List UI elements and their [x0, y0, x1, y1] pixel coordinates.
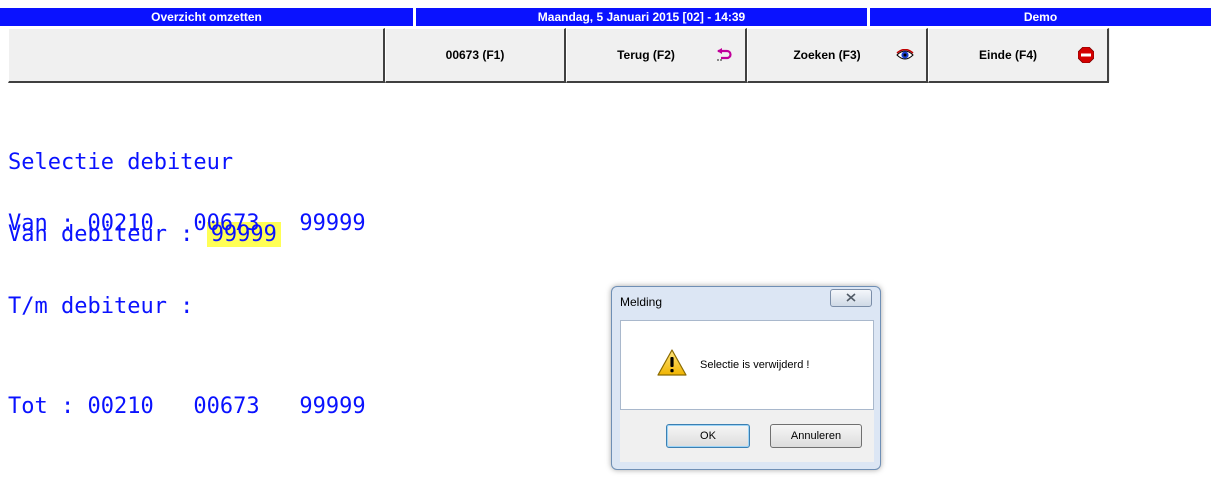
- from-range-line: Van : 00210 00673 99999: [8, 211, 366, 236]
- back-button-label: Terug (F2): [617, 48, 675, 62]
- message-dialog: Melding Selectie is verwijderd ! OK Annu…: [611, 286, 881, 470]
- ok-button[interactable]: OK: [666, 424, 750, 448]
- function-key-toolbar: 00673 (F1) Terug (F2) Zoeken (F3) Einde …: [8, 27, 1110, 83]
- search-button[interactable]: Zoeken (F3): [747, 28, 928, 83]
- exit-button[interactable]: Einde (F4): [928, 28, 1109, 83]
- dialog-title: Melding: [620, 295, 663, 309]
- exit-button-label: Einde (F4): [978, 48, 1037, 62]
- dialog-close-button[interactable]: [830, 289, 872, 307]
- dialog-footer: OK Annuleren: [620, 410, 874, 462]
- cancel-button[interactable]: Annuleren: [770, 424, 862, 448]
- dialog-message: Selectie is verwijderd !: [700, 359, 810, 371]
- screen-title: Overzicht omzetten: [0, 8, 416, 26]
- title-bar: Overzicht omzetten Maandag, 5 Januari 20…: [0, 8, 1211, 26]
- stop-icon: [1077, 46, 1095, 64]
- eye-icon: [896, 46, 914, 64]
- dialog-content: Selectie is verwijderd !: [620, 320, 874, 410]
- f1-button-label: 00673 (F1): [445, 48, 505, 62]
- return-arrow-icon: [715, 46, 733, 64]
- warning-icon: [657, 349, 687, 377]
- f1-button[interactable]: 00673 (F1): [385, 28, 566, 83]
- to-range-line: Tot : 00210 00673 99999: [8, 394, 366, 419]
- toolbar-blank-area: [8, 28, 385, 83]
- date-time: Maandag, 5 Januari 2015 [02] - 14:39: [416, 8, 870, 26]
- search-button-label: Zoeken (F3): [793, 48, 861, 62]
- back-button[interactable]: Terug (F2): [566, 28, 747, 83]
- to-debtor-label: T/m debiteur :: [8, 294, 194, 319]
- close-icon: [846, 289, 856, 307]
- selection-heading: Selectie debiteur: [8, 150, 234, 175]
- company-name: Demo: [1023, 10, 1058, 24]
